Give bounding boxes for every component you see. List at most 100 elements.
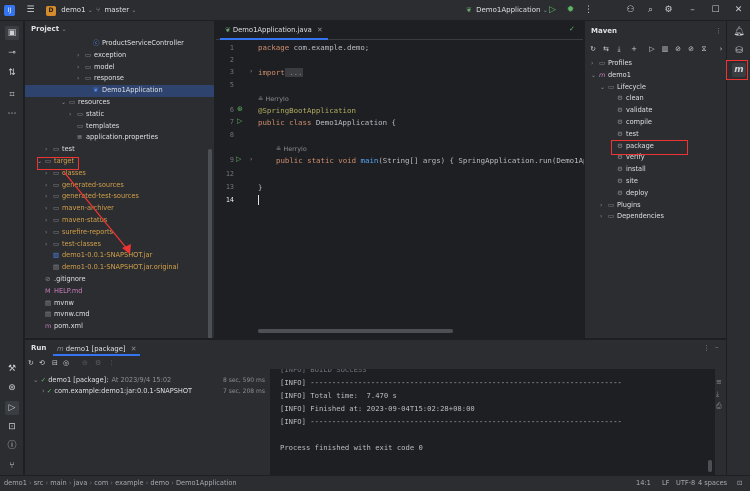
- chevron-right-icon[interactable]: ›: [69, 109, 77, 121]
- run-icon[interactable]: ▷: [546, 4, 559, 17]
- chevron-right-icon[interactable]: ›: [45, 191, 53, 203]
- download-icon[interactable]: ⤓: [614, 44, 624, 54]
- breadcrumb-item[interactable]: java: [74, 479, 88, 487]
- rerun-failed-icon[interactable]: ⟲: [39, 359, 45, 367]
- scroll-to-end-icon[interactable]: ⤓: [716, 390, 719, 399]
- close-tab-icon[interactable]: ✕: [317, 26, 323, 34]
- soft-wrap-icon[interactable]: ≡: [716, 378, 722, 386]
- more-options-icon[interactable]: ⋮: [715, 27, 722, 35]
- tree-item[interactable]: ▤ mvnw: [25, 298, 214, 310]
- more-tools-icon[interactable]: ⋯: [5, 107, 19, 121]
- code-line-1[interactable]: package com.example.demo;: [258, 43, 369, 52]
- maven-tree-item[interactable]: ⚙ deploy: [609, 188, 648, 200]
- close-icon[interactable]: ✕: [732, 4, 745, 17]
- chevron-right-icon[interactable]: ›: [77, 50, 85, 62]
- maven-tree-item[interactable]: ⚙ validate: [609, 105, 652, 117]
- code-line-3[interactable]: import ...: [258, 68, 303, 77]
- folded-imports[interactable]: ...: [284, 68, 303, 77]
- project-scrollbar[interactable]: [208, 149, 212, 338]
- hamburger-menu-icon[interactable]: ☰: [24, 4, 37, 17]
- code-line-9[interactable]: public static void main(String[] args) {…: [276, 156, 587, 165]
- more-icon[interactable]: ⋮: [108, 359, 115, 367]
- run-tool-icon[interactable]: ▷: [5, 401, 19, 415]
- structure-tool-icon[interactable]: ⌗: [5, 88, 19, 102]
- breadcrumb-item[interactable]: main: [50, 479, 66, 487]
- chevron-right-icon[interactable]: ›: [45, 144, 53, 156]
- project-tool-icon[interactable]: ▣: [5, 26, 19, 40]
- author-hint[interactable]: ≗ Herrylo: [276, 144, 307, 153]
- chevron-right-icon[interactable]: ›: [45, 180, 53, 192]
- console-scrollbar[interactable]: [708, 460, 712, 472]
- tree-item[interactable]: ▤ demo1-0.0.1-SNAPSHOT.jar.original: [25, 262, 214, 274]
- fold-arrow-icon[interactable]: ›: [250, 68, 252, 75]
- maven-tree-item[interactable]: › ▭ Profiles: [591, 58, 632, 70]
- chevron-down-icon[interactable]: ⌄: [600, 82, 608, 94]
- chevron-right-icon[interactable]: ›: [45, 239, 53, 251]
- tree-item[interactable]: › ▭ response: [25, 73, 214, 85]
- skip-tests-icon[interactable]: ⊘: [673, 44, 683, 54]
- maven-tree-item[interactable]: ⚙ compile: [609, 117, 652, 129]
- generate-sources-icon[interactable]: ⇆: [601, 44, 611, 54]
- file-encoding[interactable]: UTF-8: [676, 479, 695, 487]
- tree-item[interactable]: m pom.xml: [25, 321, 214, 333]
- chevron-down-icon[interactable]: ⌄: [33, 376, 41, 384]
- maven-tree-item[interactable]: ⚙ test: [609, 129, 639, 141]
- chevron-right-icon[interactable]: ›: [45, 227, 53, 239]
- database-icon[interactable]: ⛁: [732, 44, 746, 58]
- ij-logo-icon[interactable]: IJ: [4, 5, 15, 16]
- fold-arrow-icon[interactable]: ›: [250, 156, 252, 163]
- tree-item[interactable]: ≣ application.properties: [25, 132, 214, 144]
- tree-item[interactable]: ▭ templates: [25, 121, 214, 133]
- chevron-right-icon[interactable]: ›: [716, 44, 726, 54]
- commit-tool-icon[interactable]: ⊸: [5, 46, 19, 60]
- more-actions-icon[interactable]: ⋮: [582, 4, 595, 17]
- terminal-icon[interactable]: ⊡: [5, 420, 19, 434]
- run-tree-item[interactable]: › ✓ com.example:demo1:jar:0.0.1-SNAPSHOT…: [42, 386, 265, 397]
- rerun-icon[interactable]: ↻: [28, 359, 34, 367]
- console-output[interactable]: [INFO] BUILD SUCCESS [INFO] -------------…: [270, 369, 715, 475]
- tree-item[interactable]: ⊘ .gitignore: [25, 274, 214, 286]
- chevron-right-icon[interactable]: ›: [600, 211, 608, 223]
- run-tree-item[interactable]: ⌄ ✓ demo1 [package]: At 2023/9/4 15:02 8 s…: [33, 375, 265, 386]
- run-tab[interactable]: m demo1 [package] ✕: [53, 342, 141, 356]
- print-icon[interactable]: ⎙: [716, 402, 722, 411]
- breadcrumb-item[interactable]: com: [94, 479, 108, 487]
- inspection-ok-icon[interactable]: ✓: [569, 25, 575, 33]
- line-separator[interactable]: LF: [662, 479, 669, 487]
- git-icon[interactable]: ⑂: [5, 459, 19, 473]
- debug-icon[interactable]: ✹: [564, 4, 577, 17]
- maven-tree-item[interactable]: › ▭ Plugins: [600, 200, 641, 212]
- tree-item[interactable]: › ▭ static: [25, 109, 214, 121]
- services-icon[interactable]: ⊛: [5, 381, 19, 395]
- chevron-right-icon[interactable]: ›: [77, 73, 85, 85]
- maven-tree-item[interactable]: ⚙ site: [609, 176, 638, 188]
- tree-item[interactable]: › ▭ model: [25, 62, 214, 74]
- settings-gear-icon[interactable]: ⚙: [662, 4, 675, 17]
- settings-icon[interactable]: ⚙: [95, 359, 101, 367]
- maven-tree-item[interactable]: ⌄ m demo1: [591, 70, 631, 82]
- code-line-7[interactable]: public class Demo1Application {: [258, 118, 396, 127]
- chevron-right-icon[interactable]: ›: [591, 58, 599, 70]
- notifications-bell-icon[interactable]: 🔔︎: [732, 25, 746, 39]
- add-user-icon[interactable]: ⚇: [624, 4, 637, 17]
- reload-icon[interactable]: ↻: [588, 44, 598, 54]
- show-dependencies-icon[interactable]: ⊘: [686, 44, 696, 54]
- author-hint[interactable]: ≗ Herrylo: [258, 94, 289, 103]
- tree-item[interactable]: M HELP.md: [25, 286, 214, 298]
- run-gutter-icon[interactable]: ▷: [237, 117, 242, 125]
- chevron-right-icon[interactable]: ›: [600, 200, 608, 212]
- chevron-right-icon[interactable]: ›: [45, 203, 53, 215]
- minimize-icon[interactable]: –: [686, 4, 699, 17]
- maven-tree-item[interactable]: › ▭ Dependencies: [600, 211, 664, 223]
- tree-item[interactable]: ▤ mvnw.cmd: [25, 309, 214, 321]
- tree-item[interactable]: ⓒ ProductServiceController: [25, 38, 214, 50]
- search-icon[interactable]: ⌕: [644, 4, 657, 17]
- tree-item[interactable]: › ▭ exception: [25, 50, 214, 62]
- run-main-gutter-icon[interactable]: ▷: [236, 155, 241, 163]
- breadcrumb-item[interactable]: src: [34, 479, 44, 487]
- more-options-icon[interactable]: ⋮: [703, 344, 710, 352]
- build-hammer-icon[interactable]: ⚒: [5, 362, 19, 376]
- close-tab-icon[interactable]: ✕: [131, 345, 137, 353]
- chevron-down-icon[interactable]: ⌄: [61, 97, 69, 109]
- problems-icon[interactable]: ⓘ: [5, 439, 19, 453]
